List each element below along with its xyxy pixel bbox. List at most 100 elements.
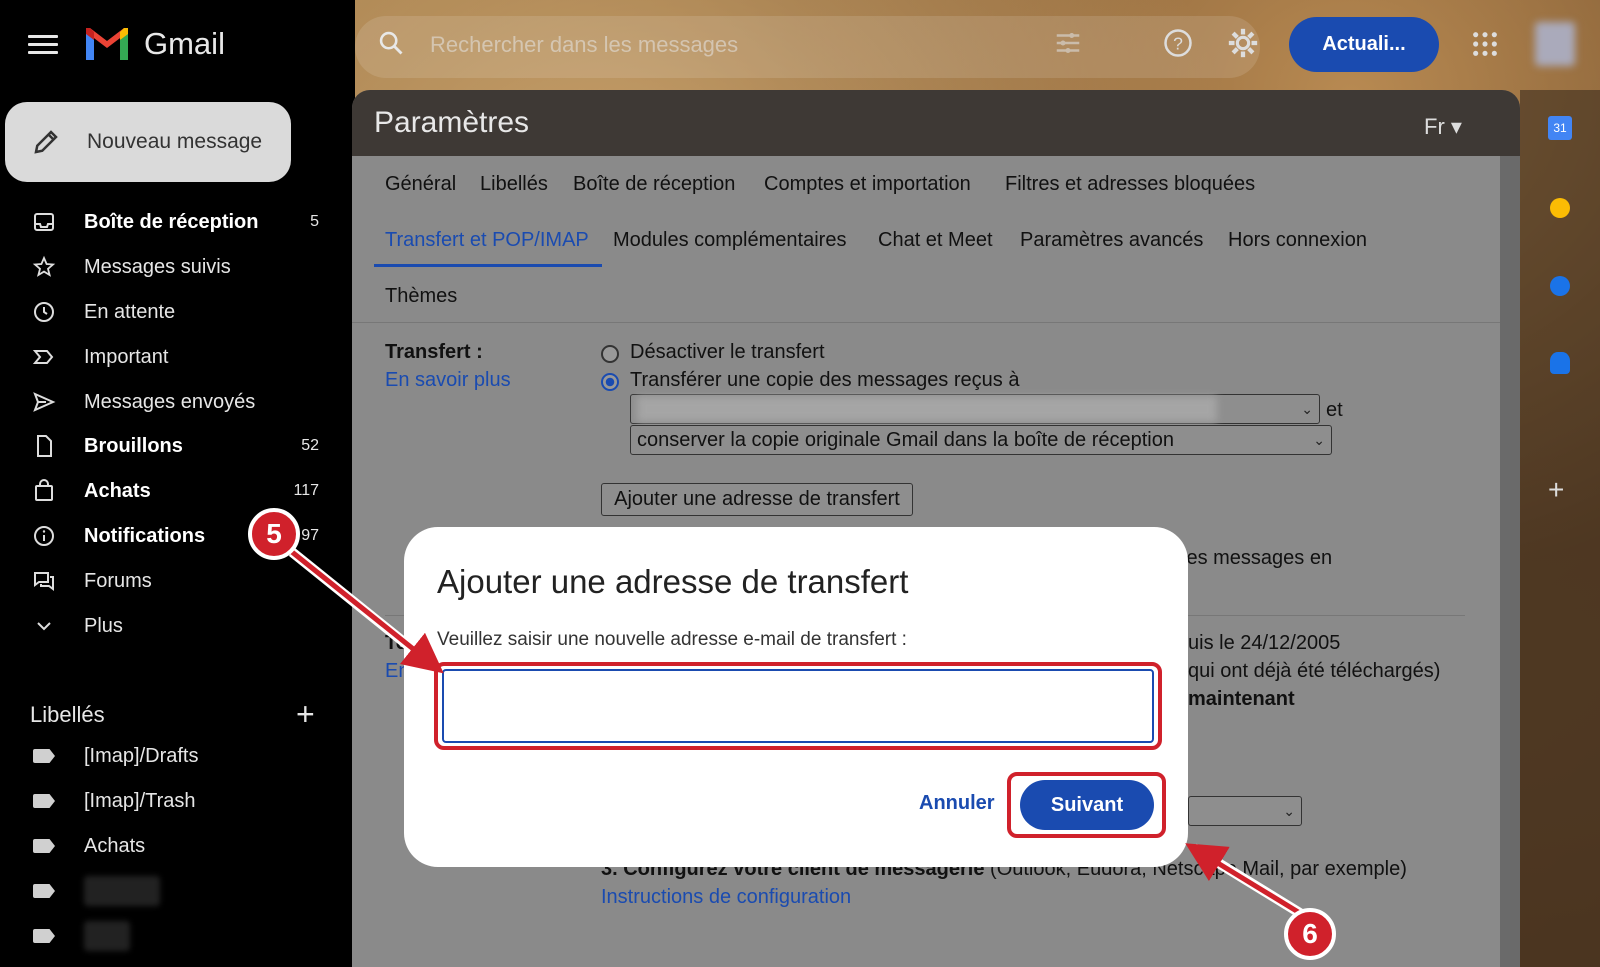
chevron-down-icon: [37, 622, 51, 631]
sidebar-item[interactable]: Important: [0, 335, 345, 379]
learn-more-link[interactable]: En savoir plus: [385, 369, 511, 392]
tab-offline[interactable]: Hors connexion: [1228, 229, 1367, 252]
gear-icon[interactable]: [1226, 26, 1260, 60]
keep-copy-select[interactable]: conserver la copie originale Gmail dans …: [630, 425, 1332, 455]
bag-icon: [35, 479, 53, 501]
add-forwarding-address-button[interactable]: Ajouter une adresse de transfert: [601, 483, 913, 516]
sidebar-item-label: Messages envoyés: [84, 390, 256, 413]
compose-label: Nouveau message: [87, 130, 263, 153]
sidebar-item[interactable]: Boîte de réception 5: [0, 200, 345, 244]
tab-forwarding[interactable]: Transfert et POP/IMAP: [385, 229, 589, 252]
sidebar-item[interactable]: Brouillons 52: [0, 424, 345, 468]
partial-text: maintenant: [1188, 688, 1295, 710]
label-item-redacted[interactable]: [0, 869, 345, 913]
label-tag-icon: [33, 929, 55, 943]
next-button[interactable]: Suivant: [1020, 780, 1154, 830]
sidebar-item-label: En attente: [84, 300, 176, 323]
sidebar-item[interactable]: Plus: [0, 604, 345, 648]
sidebar-item-label: Messages suivis: [84, 255, 231, 278]
forwarding-label: Transfert :: [385, 341, 483, 363]
partial-text: les messages en: [1182, 547, 1333, 569]
disable-forwarding-radio[interactable]: [601, 345, 619, 363]
sidebar-item-label: Important: [84, 345, 169, 368]
label-item[interactable]: Achats: [0, 824, 345, 868]
add-addon-icon[interactable]: +: [1548, 474, 1564, 506]
compose-button[interactable]: Nouveau message: [5, 102, 291, 182]
tab-advanced[interactable]: Paramètres avancés: [1020, 229, 1203, 252]
redacted-label: [84, 921, 130, 951]
tab-themes[interactable]: Thèmes: [385, 285, 457, 308]
clock-icon: [34, 302, 54, 322]
redacted-label: [84, 876, 160, 906]
chevron-down-icon: ⌄: [1283, 802, 1295, 819]
partial-select[interactable]: ⌄: [1188, 796, 1302, 826]
apps-grid-icon[interactable]: [1471, 30, 1499, 58]
forward-copy-radio[interactable]: [601, 373, 619, 391]
sidebar-item[interactable]: Forums: [0, 559, 345, 603]
update-button[interactable]: Actuali...: [1289, 17, 1439, 72]
label-item[interactable]: [Imap]/Trash: [0, 779, 345, 823]
scrollbar[interactable]: [1500, 156, 1520, 967]
sidebar-item-label: Achats: [84, 479, 151, 502]
avatar[interactable]: [1535, 22, 1575, 66]
forwarding-email-input[interactable]: [442, 669, 1154, 743]
lang-label: Fr: [1424, 114, 1445, 139]
add-forwarding-dialog: Ajouter une adresse de transfert Veuille…: [404, 527, 1188, 867]
step-badge-5: 5: [248, 508, 300, 560]
gmail-logo-icon: [86, 28, 128, 60]
input-tools-select[interactable]: Fr ▾: [1424, 114, 1462, 140]
side-panel: 31 +: [1520, 90, 1600, 967]
and-label: et: [1326, 399, 1343, 421]
dialog-prompt: Veuillez saisir une nouvelle adresse e-m…: [437, 629, 907, 650]
calendar-icon[interactable]: 31: [1548, 116, 1572, 140]
send-icon: [33, 392, 56, 412]
tab-inbox[interactable]: Boîte de réception: [573, 173, 735, 196]
keep-copy-value: conserver la copie originale Gmail dans …: [637, 428, 1174, 451]
search-options-icon[interactable]: [1053, 28, 1083, 58]
file-icon: [37, 435, 52, 457]
tab-general[interactable]: Général: [385, 173, 456, 196]
app-name: Gmail: [144, 26, 225, 61]
tab-filters[interactable]: Filtres et adresses bloquées: [1005, 173, 1255, 196]
chevron-down-icon: ⌄: [1301, 400, 1313, 417]
cancel-button[interactable]: Annuler: [919, 792, 995, 815]
forward-address-select[interactable]: ⌄: [630, 394, 1320, 424]
divider: [352, 322, 1500, 323]
tab-accounts[interactable]: Comptes et importation: [764, 173, 971, 196]
tab-labels[interactable]: Libellés: [480, 173, 548, 196]
labels-heading: Libellés: [30, 702, 105, 727]
svg-text:?: ?: [1173, 33, 1183, 53]
label-tag-icon: [33, 839, 55, 853]
sidebar-item-count: 117: [293, 482, 319, 499]
search-input[interactable]: Rechercher dans les messages: [430, 32, 738, 58]
config-instructions-link[interactable]: Instructions de configuration: [601, 886, 851, 909]
forward-copy-label: Transférer une copie des messages reçus …: [630, 369, 1020, 391]
add-label-icon[interactable]: +: [296, 696, 315, 733]
search-icon[interactable]: [377, 29, 405, 57]
label-item[interactable]: [Imap]/Drafts: [0, 734, 345, 778]
label-item-text: [Imap]/Trash: [84, 789, 196, 812]
important-icon: [32, 350, 54, 364]
label-item-text: Achats: [84, 834, 146, 857]
disable-forwarding-label: Désactiver le transfert: [630, 341, 825, 363]
tasks-icon[interactable]: [1550, 276, 1570, 296]
label-item-redacted[interactable]: [0, 914, 345, 958]
label-tag-icon: [33, 884, 55, 898]
sidebar-item[interactable]: Achats 117: [0, 469, 345, 513]
tab-addons[interactable]: Modules complémentaires: [613, 229, 846, 252]
keep-icon[interactable]: [1550, 198, 1570, 218]
chevron-down-icon: ⌄: [1313, 431, 1325, 448]
tab-chat[interactable]: Chat et Meet: [878, 229, 993, 252]
main-menu-icon[interactable]: [28, 30, 58, 60]
label-tag-icon: [33, 749, 55, 763]
info-icon: [34, 526, 54, 546]
sidebar-item-label: Plus: [84, 614, 123, 637]
sidebar-item-label: Notifications: [84, 524, 206, 547]
contacts-icon[interactable]: [1550, 352, 1570, 374]
redacted-address: [637, 396, 1217, 422]
partial-text: uis le 24/12/2005: [1188, 632, 1341, 654]
sidebar-item[interactable]: En attente: [0, 290, 345, 334]
sidebar-item[interactable]: Messages envoyés: [0, 380, 345, 424]
help-icon[interactable]: ?: [1163, 28, 1193, 58]
sidebar-item[interactable]: Messages suivis: [0, 245, 345, 289]
